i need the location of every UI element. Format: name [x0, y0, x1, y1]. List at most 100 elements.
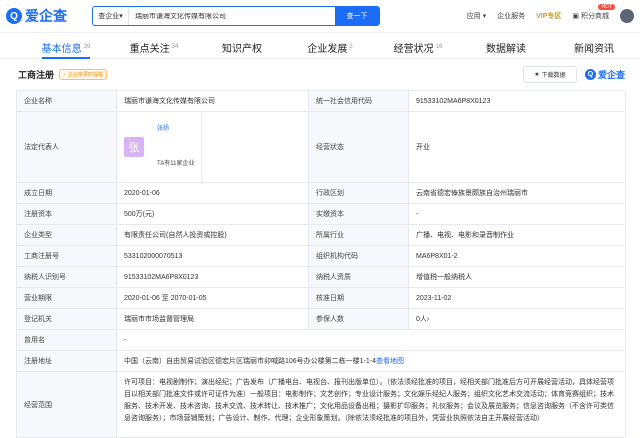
field-label: 行政区划 — [309, 183, 409, 203]
field-value: 500万(元) — [117, 204, 309, 224]
field-label: 工商注册号 — [17, 246, 117, 266]
field-value: 2020-01-06 — [117, 183, 309, 203]
field-label: 曾用名 — [17, 330, 117, 350]
points-mall-link[interactable]: ▣ 积分商城 HOT — [572, 4, 615, 21]
tab-basic-info[interactable]: 基本信息 39 — [22, 36, 110, 59]
person-card[interactable]: 张张扬 TA有11家企业 — [124, 112, 203, 182]
business-info-table: 企业名称 瑞丽市谦海文化传媒有限公司 统一社会信用代码 91533102MA6P8X0… — [16, 90, 626, 438]
field-value: 91533102MA6P8X0123 — [117, 267, 309, 287]
chevron-down-icon: ▾ — [119, 13, 123, 20]
search-bar: 查企业▾ 查一下 — [92, 6, 380, 26]
field-value: 瑞丽市市场监督管理局 — [117, 309, 309, 329]
star-icon: ★ — [534, 72, 540, 78]
tab-label: 重点关注 — [129, 43, 170, 55]
gift-icon: ▣ — [572, 13, 579, 20]
table-row: 经营范围 许可项目：电视剧制作；演出经纪；广告发布（广播电台、电视台、报刊出版单位… — [17, 372, 626, 438]
apps-label: 应用 — [466, 13, 481, 20]
person-name[interactable]: 张扬 — [150, 112, 203, 147]
table-row: 纳税人识别号 91533102MA6P8X0123 纳税人资质 增值税一般纳税人 — [17, 267, 626, 288]
view-map-link[interactable]: 查看地图 — [376, 356, 404, 366]
enterprise-services-link[interactable]: 企业服务 — [497, 11, 525, 21]
field-label: 所属行业 — [309, 225, 409, 245]
top-navigation: Q 爱企查 查企业▾ 查一下 应用▾ 企业服务 VIP专区 ▣积分商城HOT — [0, 0, 640, 33]
tab-label: 新闻资讯 — [574, 43, 614, 55]
field-label: 组织机构代码 — [309, 246, 409, 266]
tab-data-analysis[interactable]: 数据解读 — [462, 36, 550, 58]
field-value: 瑞丽市谦海文化传媒有限公司 — [117, 91, 309, 111]
field-label: 企业类型 — [17, 225, 117, 245]
field-value: - — [409, 204, 626, 224]
field-value: 有限责任公司(自然人投资或控股) — [117, 225, 309, 245]
field-value: 2020-01-06 至 2070-01-05 — [117, 288, 309, 308]
field-label: 实缴资本 — [309, 204, 409, 224]
field-label: 经营范围 — [17, 372, 117, 437]
field-value: 广播、电视、电影和录音制作业 — [409, 225, 626, 245]
tab-label: 企业发展 — [307, 43, 348, 55]
change-alert-label: 企业变更时提醒 — [68, 72, 104, 78]
table-row: 企业类型 有限责任公司(自然人投资或控股) 所属行业 广播、电视、电影和录音制作业 — [17, 225, 626, 246]
brand-logo: Q 爱企查 — [584, 68, 625, 81]
field-label: 成立日期 — [17, 183, 117, 203]
search-type-selector[interactable]: 查企业 ▾ — [93, 7, 129, 25]
search-input[interactable] — [129, 12, 335, 20]
section-title: 工商注册 — [18, 70, 55, 80]
tab-key-attention[interactable]: 重点关注 34 — [110, 36, 198, 58]
vip-link[interactable]: VIP专区 — [536, 11, 561, 21]
download-label: 下载数据 — [541, 73, 566, 79]
site-logo[interactable]: Q 爱企查 — [6, 6, 84, 26]
table-row: 注册地址 中国（云南）自由贸易试验区德宏片区瑞丽市卯喊路106号办公楼第二栋一楼1… — [17, 351, 626, 372]
business-registration-header: 工商注册 ◔ 企业变更时提醒 ★ 下载数据 Q 爱企查 — [0, 59, 640, 90]
table-row: 法定代表人张张扬 TA有11家企业 经营状态 开业 — [17, 112, 626, 183]
field-value: 开业 — [409, 112, 626, 182]
address-value: 中国（云南）自由贸易试验区德宏片区瑞丽市卯喊路106号办公楼第二栋一楼1-1-4 — [124, 358, 377, 365]
tab-news[interactable]: 新闻资讯 — [550, 36, 638, 58]
tab-development[interactable]: 企业发展 2 — [286, 36, 374, 58]
tab-label: 经营状况 — [393, 43, 434, 55]
header-links: 应用 ▾ 企业服务 VIP专区 ▣ 积分商城 HOT — [467, 4, 634, 23]
table-row: 成立日期 2020-01-06 行政区划 云南省德宏傣族景颇族自治州瑞丽市 — [17, 183, 626, 204]
bell-icon: ◔ — [63, 71, 67, 78]
logo-mark: Q — [6, 8, 22, 24]
field-label: 企业名称 — [17, 91, 117, 111]
field-value: - — [117, 330, 626, 350]
field-value: 2023-11-02 — [409, 288, 626, 308]
field-value: 0人 — [416, 316, 427, 323]
download-data-button[interactable]: ★ 下载数据 — [522, 66, 577, 83]
field-label: 法定代表人 — [17, 112, 117, 182]
tab-label: 知识产权 — [222, 43, 262, 55]
person-company-count[interactable]: TA有11家企业 — [150, 147, 203, 182]
tab-intellectual-property[interactable]: 知识产权 — [198, 36, 286, 58]
field-label: 纳税人识别号 — [17, 267, 117, 287]
points-mall-label: 积分商城 — [581, 13, 609, 20]
search-button[interactable]: 查一下 — [335, 7, 379, 25]
insured-count: 0人 › — [409, 309, 626, 329]
field-label: 纳税人资质 — [309, 267, 409, 287]
avatar[interactable] — [620, 9, 634, 23]
field-label: 注册地址 — [17, 351, 117, 371]
registered-address: 中国（云南）自由贸易试验区德宏片区瑞丽市卯喊路106号办公楼第二栋一楼1-1-4… — [117, 351, 626, 371]
table-row: 工商注册号 533102000070513 组织机构代码 MA6P8X01-2 — [17, 246, 626, 267]
field-value: 91533102MA6P8X0123 — [409, 91, 626, 111]
table-row: 曾用名 - — [17, 330, 626, 351]
tab-count: 34 — [171, 44, 179, 50]
field-value: 增值税一般纳税人 — [409, 267, 626, 287]
hot-badge: HOT — [598, 4, 615, 10]
person-avatar: 张 — [124, 137, 144, 157]
field-label: 参保人数 — [309, 309, 409, 329]
legal-representative: 张张扬 TA有11家企业 — [117, 112, 309, 182]
tab-label: 数据解读 — [486, 43, 526, 55]
field-label: 营业期限 — [17, 288, 117, 308]
table-row: 注册资本 500万(元) 实缴资本 - — [17, 204, 626, 225]
table-row: 登记机关 瑞丽市市场监督管理局 参保人数 0人 › — [17, 309, 626, 330]
tab-count: 2 — [349, 44, 353, 50]
field-label: 经营状态 — [309, 112, 409, 182]
field-label: 注册资本 — [17, 204, 117, 224]
field-value: 533102000070513 — [117, 246, 309, 266]
tab-business-status[interactable]: 经营状况 16 — [374, 36, 462, 58]
tab-count: 39 — [83, 44, 91, 50]
apps-link[interactable]: 应用 ▾ — [467, 11, 487, 21]
change-alert-badge[interactable]: ◔ 企业变更时提醒 — [59, 69, 108, 80]
table-row: 企业名称 瑞丽市谦海文化传媒有限公司 统一社会信用代码 91533102MA6P8X0… — [17, 91, 626, 112]
chevron-right-icon[interactable]: › — [427, 316, 429, 323]
table-row: 营业期限 2020-01-06 至 2070-01-05 核准日期 2023-11-0… — [17, 288, 626, 309]
